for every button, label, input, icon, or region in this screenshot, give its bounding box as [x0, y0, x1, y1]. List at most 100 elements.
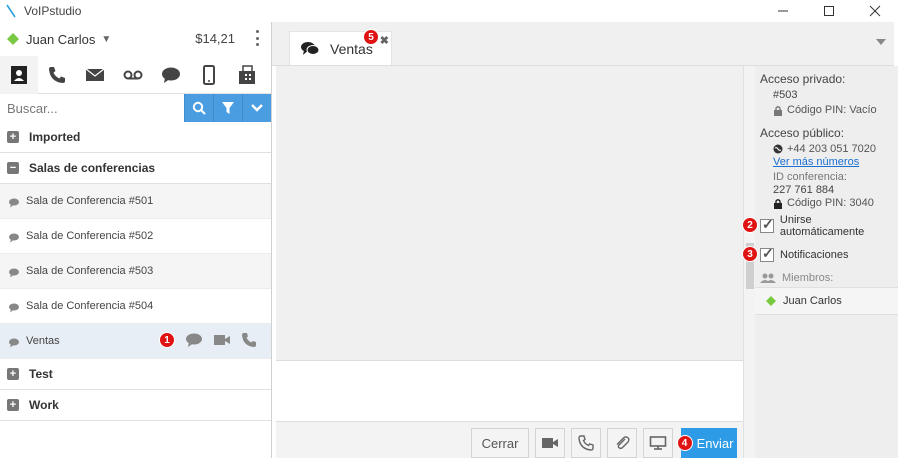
search-bar: [0, 94, 271, 122]
auto-join-checkbox-row[interactable]: 2 ✓ Unirse automáticamente: [742, 214, 898, 238]
minimize-button[interactable]: [760, 0, 806, 22]
contacts-panel: Juan Carlos ▼ $14,21 Buscar... + Importe…: [0, 22, 272, 458]
chat-room-icon: [9, 233, 19, 242]
search-input[interactable]: [0, 94, 184, 122]
fax-icon: [239, 64, 255, 84]
filter-button[interactable]: [213, 94, 242, 122]
more-menu-icon[interactable]: [255, 30, 259, 46]
room-label: Ventas: [26, 335, 60, 347]
maximize-button[interactable]: [806, 0, 852, 22]
tab-calls[interactable]: [38, 56, 76, 94]
expand-button[interactable]: [242, 94, 271, 122]
group-work[interactable]: + Work: [0, 390, 271, 421]
maximize-icon: [824, 6, 834, 16]
balance: $14,21: [195, 31, 235, 46]
tab-fax[interactable]: [228, 56, 266, 94]
member-status-icon: [766, 296, 776, 306]
callout-badge-2: 2: [742, 217, 758, 233]
row-actions: 1: [159, 332, 259, 348]
conference-details-panel: Acceso privado: #503 Código PIN: Vacío A…: [742, 66, 898, 458]
close-window-button[interactable]: [852, 0, 898, 22]
send-button[interactable]: 4 Enviar: [676, 428, 737, 458]
screen-share-button[interactable]: [643, 428, 673, 458]
send-label: Enviar: [696, 435, 734, 451]
video-call-button[interactable]: [535, 428, 565, 458]
group-imported[interactable]: + Imported: [0, 122, 271, 153]
conference-id: 227 761 884: [773, 184, 835, 196]
contact-list: + Imported − Salas de conferencias Sala …: [0, 122, 271, 421]
collapse-icon: −: [7, 162, 19, 174]
public-access-heading: Acceso público:: [760, 126, 845, 140]
chevron-down-icon: [251, 104, 263, 112]
lock-icon: [774, 198, 782, 209]
close-icon: [869, 5, 881, 17]
lock-icon: [774, 105, 782, 116]
tabs-dropdown-icon[interactable]: [876, 39, 886, 45]
list-item-sala-504[interactable]: Sala de Conferencia #504: [0, 289, 271, 324]
callout-badge-3: 3: [742, 246, 758, 262]
user-name[interactable]: Juan Carlos: [26, 32, 95, 47]
checkmark-icon: ✓: [762, 216, 774, 232]
list-item-sala-501[interactable]: Sala de Conferencia #501: [0, 184, 271, 219]
user-menu-caret-icon[interactable]: ▼: [101, 34, 111, 45]
member-name: Juan Carlos: [783, 295, 842, 307]
expand-icon: +: [7, 399, 19, 411]
filter-icon: [222, 102, 234, 114]
video-call-icon[interactable]: [213, 332, 231, 348]
user-status-icon: [7, 33, 19, 45]
list-item-sala-502[interactable]: Sala de Conferencia #502: [0, 219, 271, 254]
tab-ventas[interactable]: Ventas 5 ✖: [289, 29, 392, 65]
chat-room-icon: [9, 303, 19, 312]
room-label: Sala de Conferencia #501: [26, 195, 154, 207]
chat-action-bar: Cerrar 4 Enviar: [276, 422, 743, 458]
tab-contacts[interactable]: [0, 55, 38, 94]
search-button[interactable]: [184, 94, 213, 122]
close-tab-icon[interactable]: ✖: [380, 34, 389, 47]
attach-button[interactable]: [607, 428, 637, 458]
video-camera-icon: [542, 438, 558, 448]
group-test[interactable]: + Test: [0, 359, 271, 390]
tab-voicemail[interactable]: [114, 56, 152, 94]
minimize-icon: [778, 10, 788, 12]
callout-badge-1: 1: [159, 332, 175, 348]
group-label: Salas de conferencias: [29, 161, 156, 175]
paperclip-icon: [616, 436, 630, 450]
list-item-sala-503[interactable]: Sala de Conferencia #503: [0, 254, 271, 289]
monitor-icon: [649, 436, 667, 450]
tab-chat[interactable]: [152, 56, 190, 94]
close-chat-button[interactable]: Cerrar: [471, 428, 529, 458]
members-heading-text: Miembros:: [782, 272, 834, 284]
phone-icon[interactable]: [241, 332, 259, 348]
room-label: Sala de Conferencia #502: [26, 230, 154, 242]
group-salas-de-conferencias[interactable]: − Salas de conferencias: [0, 153, 271, 184]
contacts-icon: [11, 65, 27, 84]
window-title: VoIPstudio: [24, 4, 82, 18]
chat-room-icon: [9, 198, 19, 207]
app-logo-icon: [6, 4, 16, 18]
chat-room-icon: [9, 338, 19, 347]
nav-tabs: [0, 55, 271, 94]
auto-join-checkbox[interactable]: ✓: [760, 216, 774, 233]
member-item[interactable]: Juan Carlos: [755, 287, 898, 315]
users-icon: [760, 273, 776, 283]
members-heading: Miembros:: [760, 272, 898, 284]
notifications-checkbox[interactable]: ✓: [760, 245, 774, 262]
message-input[interactable]: [276, 360, 743, 422]
tab-mobile[interactable]: [190, 56, 228, 94]
auto-join-label: Unirse automáticamente: [779, 214, 865, 238]
public-pin-text: Código PIN: 3040: [787, 197, 874, 209]
list-item-ventas[interactable]: Ventas 1: [0, 324, 271, 359]
public-number: +44 203 051 7020: [760, 143, 898, 155]
tab-email[interactable]: [76, 56, 114, 94]
voice-call-button[interactable]: [571, 428, 601, 458]
chat-icon[interactable]: [185, 332, 203, 348]
voicemail-icon: [123, 70, 143, 79]
group-label: Test: [29, 367, 53, 381]
checkmark-icon: ✓: [762, 245, 774, 261]
expand-icon: +: [7, 368, 19, 380]
notifications-checkbox-row[interactable]: 3 ✓ Notificaciones: [742, 244, 898, 266]
more-numbers-link[interactable]: Ver más números: [760, 156, 898, 168]
scrollbar[interactable]: [743, 66, 755, 458]
group-label: Work: [29, 398, 59, 412]
private-pin: Código PIN: Vacío: [760, 104, 898, 116]
